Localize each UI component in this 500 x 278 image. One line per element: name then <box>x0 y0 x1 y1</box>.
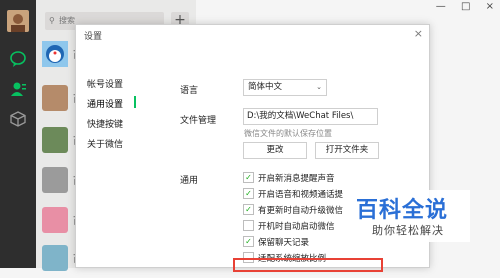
dialog-close-button[interactable]: × <box>414 27 423 40</box>
checkbox-auto-start[interactable]: 开机时自动启动微信 <box>243 219 351 232</box>
dialog-title: 设置 <box>84 32 103 42</box>
sidebar-item-shortcuts[interactable]: 快捷按键 <box>87 117 123 130</box>
checkbox-checked-icon: ✓ <box>243 172 254 183</box>
open-folder-button[interactable]: 打开文件夹 <box>315 142 379 159</box>
sidebar-item-about[interactable]: 关于微信 <box>87 137 123 150</box>
avatar <box>42 41 68 67</box>
checkbox-checked-icon: ✓ <box>243 204 254 215</box>
checkbox-call-ring[interactable]: ✓ 开启语音和视频通话提 <box>243 187 351 200</box>
maximize-button[interactable]: □ <box>461 1 470 12</box>
favorites-cube-icon[interactable] <box>7 108 29 130</box>
sidebar-item-account[interactable]: 帐号设置 <box>87 77 123 90</box>
avatar <box>42 85 68 111</box>
left-nav-bar <box>0 0 36 268</box>
avatar <box>42 245 68 271</box>
avatar <box>42 167 68 193</box>
search-icon: ⚲ <box>49 16 55 25</box>
file-path-hint: 微信文件的默认保存位置 <box>244 129 332 138</box>
sidebar-item-general[interactable]: 通用设置 <box>87 97 123 110</box>
checkbox-new-message-sound[interactable]: ✓ 开启新消息提醒声音 <box>243 171 351 184</box>
change-button[interactable]: 更改 <box>243 142 307 159</box>
general-label: 通用 <box>180 176 199 186</box>
watermark-title: 百科全说 <box>356 198 449 223</box>
highlight-box <box>233 258 383 272</box>
file-management-label: 文件管理 <box>180 116 217 126</box>
user-avatar[interactable] <box>7 10 29 32</box>
checkbox-auto-update[interactable]: ✓ 有更新时自动升级微信 <box>243 203 351 216</box>
selected-indicator <box>134 96 136 108</box>
chat-icon[interactable] <box>7 48 29 70</box>
checkbox-checked-icon: ✓ <box>243 188 254 199</box>
contacts-icon[interactable] <box>7 78 29 100</box>
language-select[interactable]: 简体中文 ⌄ <box>243 79 327 96</box>
watermark-subtitle: 助你轻松解决 <box>372 224 444 237</box>
checkbox-checked-icon: ✓ <box>243 236 254 247</box>
window-controls: — □ × <box>436 1 494 12</box>
language-value: 简体中文 <box>248 82 283 92</box>
checkbox-keep-history[interactable]: ✓ 保留聊天记录 <box>243 235 351 248</box>
close-window-button[interactable]: × <box>486 1 494 12</box>
chevron-down-icon: ⌄ <box>316 83 322 91</box>
avatar <box>42 127 68 153</box>
avatar <box>42 207 68 233</box>
language-label: 语言 <box>180 86 199 96</box>
search-placeholder: 搜索 <box>59 16 75 25</box>
watermark: 百科全说 助你轻松解决 <box>348 190 470 242</box>
file-path-field: D:\我的文档\WeChat Files\ <box>243 108 378 125</box>
minimize-button[interactable]: — <box>436 1 446 12</box>
checkbox-unchecked-icon <box>243 220 254 231</box>
